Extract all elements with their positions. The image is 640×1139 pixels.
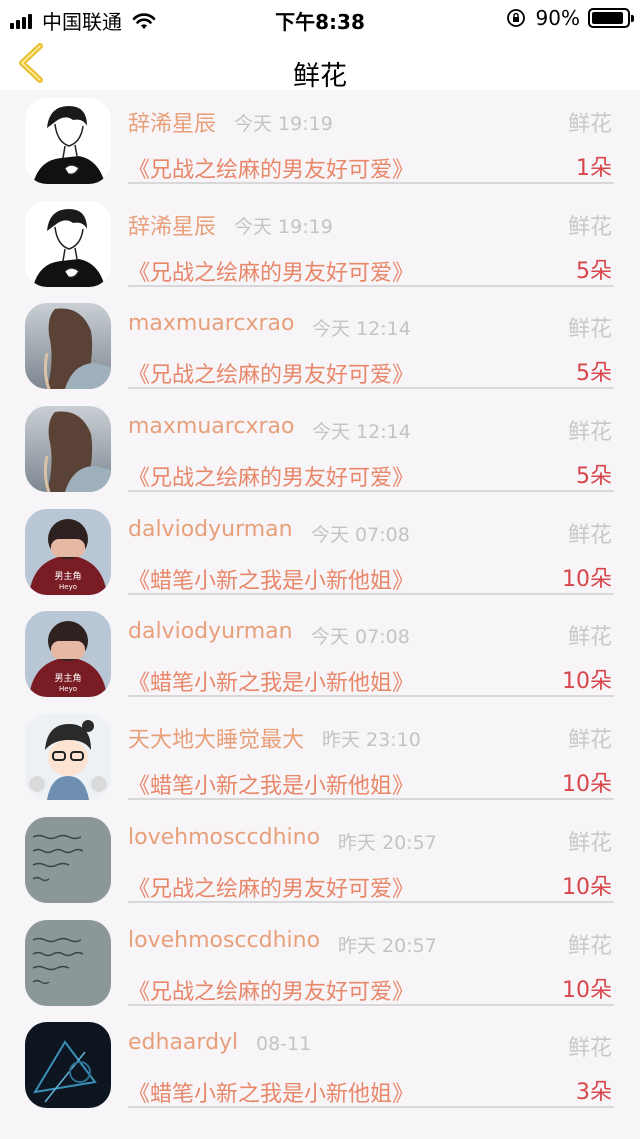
- nav-bar: 鲜花: [0, 36, 640, 92]
- book-title[interactable]: 《兄战之绘麻的男友好可爱》: [128, 152, 414, 184]
- row-divider: [128, 592, 614, 595]
- list-item[interactable]: lovehmosccdhino 昨天 20:57 鲜花 《兄战之绘麻的男友好可爱…: [0, 912, 640, 1015]
- timestamp: 昨天 23:10: [322, 729, 421, 752]
- gift-type: 鲜花: [567, 1036, 612, 1062]
- user-name: 辞浠星辰: [128, 214, 217, 240]
- book-title[interactable]: 《兄战之绘麻的男友好可爱》: [128, 357, 414, 389]
- timestamp: 今天 07:08: [311, 626, 410, 649]
- flower-count: 5朵: [576, 258, 612, 284]
- flower-count: 10朵: [562, 772, 612, 798]
- row-divider: [128, 490, 614, 493]
- status-bar: 中国联通 下午8:38 90%: [0, 0, 640, 36]
- gift-type: 鲜花: [567, 830, 612, 856]
- flower-count: 1朵: [576, 156, 612, 181]
- flower-count: 10朵: [562, 874, 612, 900]
- gift-type: 鲜花: [567, 317, 612, 343]
- row-divider: [128, 1106, 614, 1109]
- gift-type: 鲜花: [567, 933, 612, 959]
- timestamp: 昨天 20:57: [338, 934, 437, 957]
- avatar[interactable]: [25, 406, 111, 493]
- user-name: maxmuarcxrao: [128, 311, 295, 337]
- user-name: dalviodyurman: [128, 516, 293, 542]
- user-name: dalviodyurman: [128, 619, 293, 645]
- row-divider: [128, 182, 614, 184]
- timestamp: 今天 12:14: [312, 421, 411, 444]
- book-title[interactable]: 《蜡笔小新之我是小新他姐》: [128, 768, 414, 800]
- row-divider: [128, 284, 614, 287]
- row-divider: [128, 798, 614, 801]
- book-title[interactable]: 《蜡笔小新之我是小新他姐》: [128, 1076, 414, 1108]
- avatar[interactable]: [25, 714, 111, 801]
- book-title[interactable]: 《蜡笔小新之我是小新他姐》: [128, 563, 414, 595]
- row-divider: [128, 900, 614, 903]
- timestamp: 今天 19:19: [234, 113, 333, 135]
- avatar[interactable]: [25, 98, 111, 184]
- list-item[interactable]: 辞浠星辰 今天 19:19 鲜花 《兄战之绘麻的男友好可爱》 5朵: [0, 193, 640, 296]
- status-bar-right: 90%: [506, 6, 634, 30]
- flower-count: 10朵: [562, 669, 612, 695]
- timestamp: 今天 07:08: [311, 523, 410, 546]
- avatar[interactable]: [25, 919, 111, 1006]
- flower-count: 3朵: [576, 1080, 612, 1106]
- avatar[interactable]: [25, 816, 111, 903]
- svg-text:男主角: 男主角: [54, 570, 81, 582]
- avatar[interactable]: 男主角 Heyo: [25, 611, 111, 698]
- svg-text:男主角: 男主角: [54, 672, 81, 684]
- orientation-lock-icon: [506, 9, 525, 27]
- row-divider: [128, 695, 614, 698]
- gift-type: 鲜花: [567, 522, 612, 548]
- timestamp: 08-11: [256, 1033, 312, 1056]
- flower-count: 5朵: [576, 361, 612, 387]
- user-name: 辞浠星辰: [128, 112, 217, 137]
- battery-icon: [588, 8, 634, 28]
- svg-text:Heyo: Heyo: [59, 685, 77, 693]
- list-item[interactable]: 男主角 Heyo dalviodyurman 今天 07:08 鲜花 《蜡笔小新之…: [0, 603, 640, 706]
- gift-type: 鲜花: [567, 214, 612, 240]
- list-item[interactable]: 男主角 Heyo dalviodyurman 今天 07:08 鲜花 《蜡笔小新之…: [0, 501, 640, 604]
- flower-count: 5朵: [576, 464, 612, 490]
- gift-record-list: 辞浠星辰 今天 19:19 鲜花 《兄战之绘麻的男友好可爱》 1朵 辞浠星辰 今…: [0, 90, 640, 1117]
- list-item[interactable]: 天大地大睡觉最大 昨天 23:10 鲜花 《蜡笔小新之我是小新他姐》 10朵: [0, 706, 640, 809]
- timestamp: 今天 12:14: [312, 318, 411, 341]
- timestamp: 今天 19:19: [234, 215, 333, 238]
- list-item[interactable]: lovehmosccdhino 昨天 20:57 鲜花 《兄战之绘麻的男友好可爱…: [0, 809, 640, 912]
- battery-fill: [592, 12, 623, 24]
- gift-type: 鲜花: [567, 728, 612, 754]
- book-title[interactable]: 《蜡笔小新之我是小新他姐》: [128, 665, 414, 697]
- avatar[interactable]: [25, 200, 111, 287]
- page-title: 鲜花: [293, 61, 347, 92]
- list-item[interactable]: edhaardyl 08-11 鲜花 《蜡笔小新之我是小新他姐》 3朵: [0, 1014, 640, 1117]
- avatar[interactable]: 男主角 Heyo: [25, 508, 111, 595]
- svg-text:Heyo: Heyo: [59, 583, 77, 591]
- book-title[interactable]: 《兄战之绘麻的男友好可爱》: [128, 460, 414, 492]
- flower-count: 10朵: [562, 977, 612, 1003]
- user-name: lovehmosccdhino: [128, 824, 321, 850]
- row-divider: [128, 387, 614, 390]
- user-name: 天大地大睡觉最大: [128, 728, 305, 754]
- gift-type: 鲜花: [567, 420, 612, 446]
- user-name: lovehmosccdhino: [128, 927, 321, 953]
- gift-type: 鲜花: [567, 112, 612, 137]
- flower-count: 10朵: [562, 566, 612, 592]
- book-title[interactable]: 《兄战之绘麻的男友好可爱》: [128, 255, 414, 287]
- gift-type: 鲜花: [567, 625, 612, 651]
- battery-percent: 90%: [535, 6, 580, 30]
- list-item[interactable]: maxmuarcxrao 今天 12:14 鲜花 《兄战之绘麻的男友好可爱》 5…: [0, 295, 640, 398]
- user-name: maxmuarcxrao: [128, 414, 295, 440]
- avatar[interactable]: [25, 1022, 111, 1109]
- book-title[interactable]: 《兄战之绘麻的男友好可爱》: [128, 974, 414, 1006]
- timestamp: 昨天 20:57: [338, 831, 437, 854]
- user-name: edhaardyl: [128, 1030, 239, 1056]
- book-title[interactable]: 《兄战之绘麻的男友好可爱》: [128, 871, 414, 903]
- list-item[interactable]: maxmuarcxrao 今天 12:14 鲜花 《兄战之绘麻的男友好可爱》 5…: [0, 398, 640, 501]
- avatar[interactable]: [25, 303, 111, 390]
- list-item[interactable]: 辞浠星辰 今天 19:19 鲜花 《兄战之绘麻的男友好可爱》 1朵: [0, 90, 640, 193]
- row-divider: [128, 1003, 614, 1006]
